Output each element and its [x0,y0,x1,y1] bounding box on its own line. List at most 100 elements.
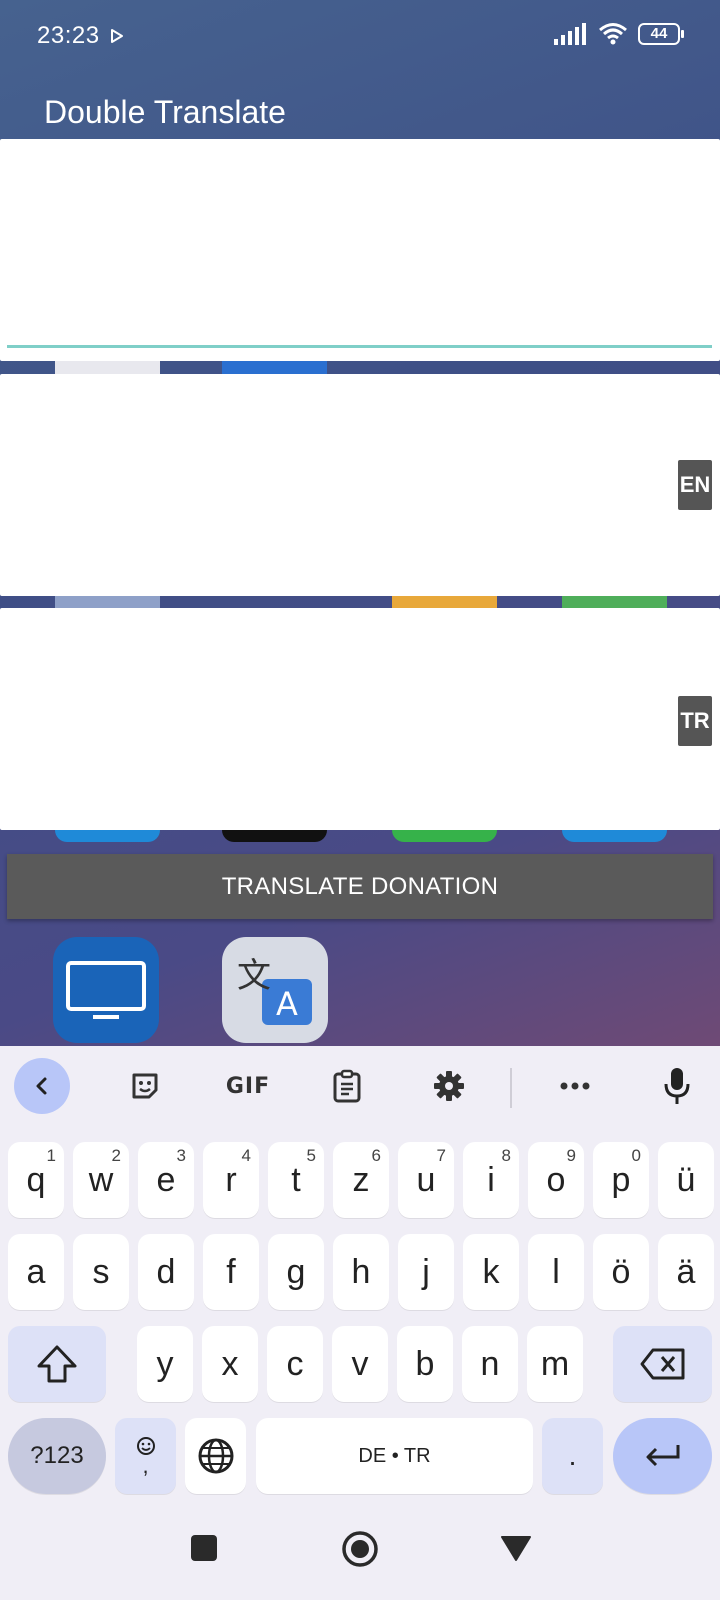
translation-panel-tr: TR [0,608,720,830]
key-q[interactable]: q1 [8,1142,64,1218]
key-r[interactable]: r4 [203,1142,259,1218]
backspace-icon [640,1348,684,1380]
period-key[interactable]: . [542,1418,603,1494]
key-label: z [352,1160,370,1199]
shift-key[interactable] [8,1326,106,1402]
key-x[interactable]: x [202,1326,258,1402]
key-t[interactable]: t5 [268,1142,324,1218]
key-k[interactable]: k [463,1234,519,1310]
key-label: t [291,1160,301,1199]
key-v[interactable]: v [332,1326,388,1402]
status-time: 23:23 [37,22,100,49]
back-icon[interactable] [500,1534,532,1562]
key-b[interactable]: b [397,1326,453,1402]
key-j[interactable]: j [398,1234,454,1310]
enter-key[interactable] [613,1418,712,1494]
sticker-button[interactable] [120,1060,170,1112]
svg-text:文: 文 [237,956,271,996]
key-a[interactable]: a [8,1234,64,1310]
translate-app-icon: A 文 [222,937,328,1043]
language-switch-key[interactable] [185,1418,246,1494]
space-key[interactable]: DE • TR [256,1418,533,1494]
wallpaper-fragment [392,830,497,842]
sticker-icon [132,1073,158,1099]
backspace-key[interactable] [613,1326,712,1402]
input-focus-underline [7,345,712,348]
key-hint: 1 [46,1146,56,1165]
key-label: u [416,1160,436,1199]
svg-text:A: A [276,985,298,1023]
language-badge-tr[interactable]: TR [678,696,712,746]
cellular-signal-icon [554,23,586,45]
key-d[interactable]: d [138,1234,194,1310]
emoji-comma-key[interactable]: , [115,1418,176,1494]
key-hint: 5 [306,1146,316,1165]
key-n[interactable]: n [462,1326,518,1402]
key-hint: 9 [566,1146,576,1165]
toolbar-divider [510,1068,512,1108]
wallpaper-fragment [562,596,667,608]
key-label: o [546,1160,566,1199]
symbols-mode-key[interactable]: ?123 [8,1418,106,1494]
key-label: e [156,1160,176,1199]
recents-icon[interactable] [190,1534,218,1562]
key-i[interactable]: i8 [463,1142,519,1218]
key-e[interactable]: e3 [138,1142,194,1218]
clipboard-icon [333,1069,361,1103]
key-hint: 4 [241,1146,251,1165]
battery-indicator: 44 [638,23,684,45]
key-label: r [225,1160,237,1199]
key-s[interactable]: s [73,1234,129,1310]
clipboard-button[interactable] [322,1060,372,1112]
comma-label: , [142,1453,149,1478]
globe-icon [198,1438,233,1474]
microphone-icon [664,1068,690,1104]
translation-panel-en: EN [0,374,720,596]
key-f[interactable]: f [203,1234,259,1310]
key-label: i [487,1160,495,1199]
settings-button[interactable] [424,1060,474,1112]
gif-label: GIF [225,1073,271,1099]
status-icons: 44 [554,22,684,46]
key-ü[interactable]: ü [658,1142,714,1218]
app-title: Double Translate [44,94,286,130]
wallpaper-fragment [55,830,160,842]
key-hint: 3 [176,1146,186,1165]
key-hint: 8 [501,1146,511,1165]
gear-icon [434,1071,464,1101]
key-ä[interactable]: ä [658,1234,714,1310]
tv-app-icon [53,937,159,1043]
key-o[interactable]: o9 [528,1142,584,1218]
key-label: q [26,1160,46,1199]
key-ö[interactable]: ö [593,1234,649,1310]
key-w[interactable]: w2 [73,1142,129,1218]
shift-icon [37,1345,77,1383]
translate-donation-button[interactable]: TRANSLATE DONATION [7,854,713,919]
home-icon[interactable] [341,1530,379,1568]
key-m[interactable]: m [527,1326,583,1402]
chevron-left-icon [36,1077,47,1095]
wallpaper-fragment [392,596,497,608]
wifi-icon [599,23,627,45]
key-hint: 7 [436,1146,446,1165]
more-horizontal-icon [560,1082,590,1090]
key-g[interactable]: g [268,1234,324,1310]
key-z[interactable]: z6 [333,1142,389,1218]
key-h[interactable]: h [333,1234,389,1310]
more-button[interactable] [550,1060,600,1112]
key-hint: 6 [371,1146,381,1165]
gif-button[interactable]: GIF [218,1060,278,1112]
key-hint: 0 [631,1146,641,1165]
key-p[interactable]: p0 [593,1142,649,1218]
key-c[interactable]: c [267,1326,323,1402]
language-badge-en[interactable]: EN [678,460,712,510]
wallpaper-fragment [222,830,327,842]
wallpaper-fragment [562,830,667,842]
key-l[interactable]: l [528,1234,584,1310]
key-hint: 2 [111,1146,121,1165]
key-u[interactable]: u7 [398,1142,454,1218]
source-text-input[interactable] [0,139,720,361]
toolbar-back-button[interactable] [14,1058,70,1114]
voice-input-button[interactable] [652,1060,702,1112]
key-y[interactable]: y [137,1326,193,1402]
